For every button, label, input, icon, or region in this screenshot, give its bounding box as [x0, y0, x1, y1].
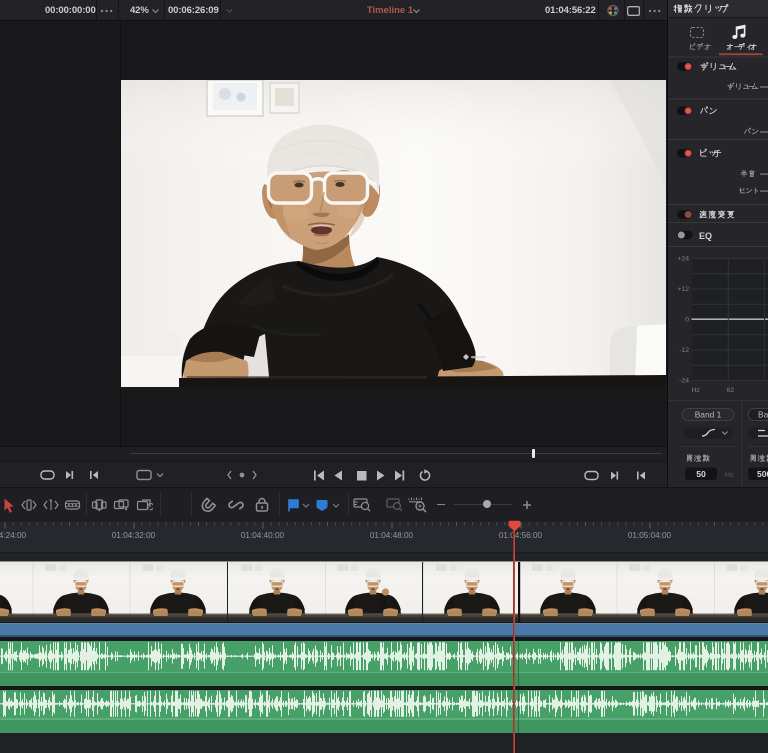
svg-text:-24: -24 — [679, 378, 689, 385]
svg-text:EQ: EQ — [699, 231, 712, 241]
svg-text:50: 50 — [696, 469, 706, 479]
svg-text:Hz: Hz — [725, 472, 734, 479]
svg-text:-12: -12 — [679, 347, 689, 354]
svg-text:0: 0 — [685, 317, 689, 324]
svg-text:Hz: Hz — [692, 387, 701, 394]
svg-text:Ba: Ba — [758, 410, 768, 420]
svg-text:+24: +24 — [677, 256, 689, 263]
svg-text:+12: +12 — [677, 286, 689, 293]
svg-text:62: 62 — [727, 387, 735, 394]
svg-text:500: 500 — [757, 469, 768, 479]
svg-text:Band 1: Band 1 — [695, 410, 722, 420]
